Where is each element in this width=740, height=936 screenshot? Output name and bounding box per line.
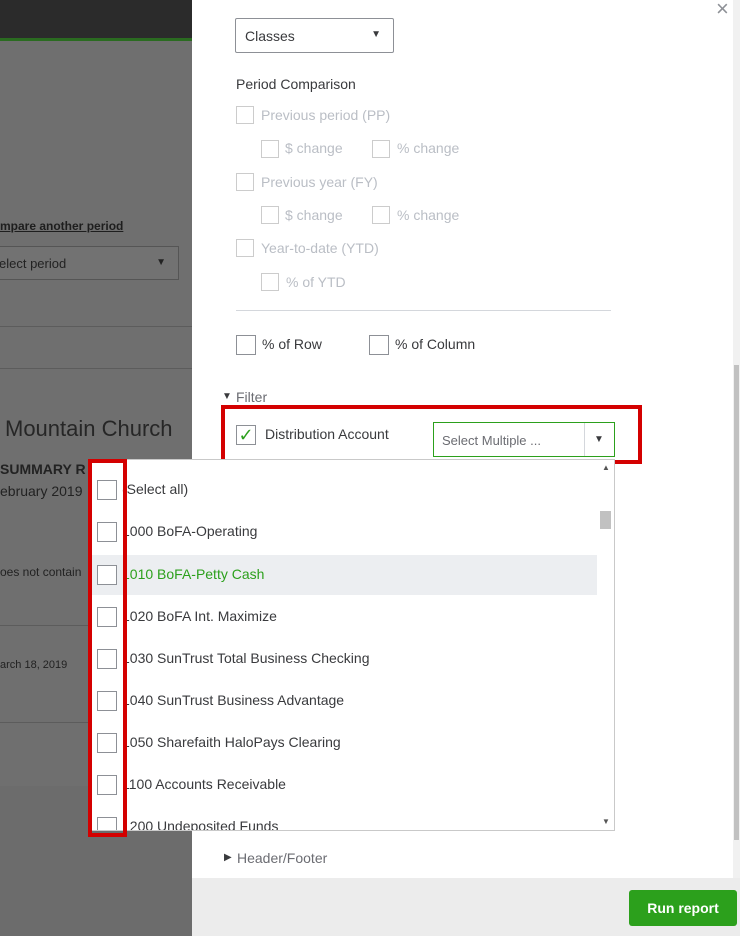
checkmark-icon: ✓: [238, 425, 254, 445]
pct-of-ytd-label: % of YTD: [286, 274, 346, 290]
classes-select[interactable]: Classes ▼: [235, 18, 394, 53]
period-select[interactable]: elect period ▼: [0, 246, 179, 280]
period-select-value: elect period: [0, 256, 67, 271]
run-report-button[interactable]: Run report: [629, 890, 737, 926]
list-item[interactable]: 1200 Undeposited Funds: [89, 807, 597, 831]
pct-of-column-checkbox[interactable]: [369, 335, 389, 355]
py-dollar-change-label: $ change: [285, 207, 343, 223]
distribution-account-checkbox[interactable]: ✓: [236, 425, 256, 445]
previous-year-checkbox[interactable]: [236, 173, 254, 191]
ytd-label: Year-to-date (YTD): [261, 240, 379, 256]
pct-of-column-label: % of Column: [395, 336, 476, 352]
no-data-text: oes not contain: [0, 565, 82, 579]
list-item-label: 1020 BoFA Int. Maximize: [122, 608, 277, 624]
list-item[interactable]: 1050 Sharefaith HaloPays Clearing: [89, 723, 597, 763]
list-item[interactable]: 1030 SunTrust Total Business Checking: [89, 639, 597, 679]
list-item-label: 1000 BoFA-Operating: [122, 523, 258, 539]
pp-pct-change-checkbox[interactable]: [372, 140, 390, 158]
divider: [0, 326, 192, 327]
pct-of-row-label: % of Row: [262, 336, 322, 352]
account-dropdown-list[interactable]: (Select all) 1000 BoFA-Operating 1010 Bo…: [88, 459, 615, 831]
report-name: SUMMARY R: [0, 461, 86, 477]
caret-down-icon: ▼: [371, 29, 381, 40]
divider: [0, 368, 192, 369]
panel-scrollbar-thumb[interactable]: [734, 365, 739, 840]
list-item[interactable]: 1020 BoFA Int. Maximize: [89, 597, 597, 637]
divider: [236, 310, 611, 311]
previous-period-checkbox[interactable]: [236, 106, 254, 124]
classes-select-value: Classes: [245, 28, 295, 44]
distribution-account-label: Distribution Account: [265, 426, 389, 442]
caret-down-icon: ▼: [594, 434, 604, 445]
pct-of-row-checkbox[interactable]: [236, 335, 256, 355]
pp-dollar-change-checkbox[interactable]: [261, 140, 279, 158]
pct-of-ytd-checkbox[interactable]: [261, 273, 279, 291]
list-item-label: 1100 Accounts Receivable: [122, 776, 286, 792]
list-item-label: (Select all): [122, 481, 189, 497]
dropdown-arrow-button[interactable]: ▼: [584, 423, 614, 456]
dropdown-scrollbar-thumb[interactable]: [600, 511, 611, 529]
report-date: ebruary 2019: [0, 483, 83, 499]
close-icon[interactable]: ×: [716, 0, 729, 22]
footer-date: arch 18, 2019: [0, 659, 68, 671]
list-item[interactable]: 1000 BoFA-Operating: [89, 512, 597, 552]
list-item[interactable]: 1040 SunTrust Business Advantage: [89, 681, 597, 721]
previous-year-label: Previous year (FY): [261, 174, 378, 190]
distribution-account-select[interactable]: Select Multiple ... ▼: [433, 422, 615, 457]
ytd-checkbox[interactable]: [236, 239, 254, 257]
py-pct-change-label: % change: [397, 207, 460, 223]
company-title: Mountain Church: [5, 416, 173, 441]
list-item-label: 1050 Sharefaith HaloPays Clearing: [122, 734, 341, 750]
select-multiple-placeholder: Select Multiple ...: [442, 433, 541, 448]
triangle-right-icon[interactable]: ▶: [224, 852, 232, 863]
py-dollar-change-checkbox[interactable]: [261, 206, 279, 224]
scroll-up-icon[interactable]: ▲: [602, 463, 610, 472]
list-item[interactable]: (Select all): [89, 470, 597, 510]
app-top-bar: [0, 0, 192, 41]
header-footer-section-title[interactable]: Header/Footer: [237, 850, 327, 866]
period-comparison-title: Period Comparison: [236, 76, 356, 92]
scroll-down-icon[interactable]: ▼: [602, 817, 610, 826]
pp-dollar-change-label: $ change: [285, 140, 343, 156]
triangle-down-icon[interactable]: ▼: [222, 391, 232, 402]
compare-period-link[interactable]: mpare another period: [0, 219, 123, 233]
list-item[interactable]: 1100 Accounts Receivable: [89, 765, 597, 805]
filter-section-title[interactable]: Filter: [236, 389, 267, 405]
list-item[interactable]: 1010 BoFA-Petty Cash: [89, 555, 597, 595]
caret-down-icon: ▼: [156, 257, 166, 268]
previous-period-label: Previous period (PP): [261, 107, 391, 123]
pp-pct-change-label: % change: [397, 140, 460, 156]
py-pct-change-checkbox[interactable]: [372, 206, 390, 224]
dropdown-scrollbar[interactable]: ▲ ▼: [599, 461, 613, 829]
annotation-highlight-checkboxes: [88, 459, 127, 837]
list-item-label: 1040 SunTrust Business Advantage: [122, 692, 345, 708]
list-item-label: 1030 SunTrust Total Business Checking: [122, 650, 370, 666]
list-item-label: 1010 BoFA-Petty Cash: [122, 566, 265, 582]
list-item-label: 1200 Undeposited Funds: [122, 818, 279, 831]
